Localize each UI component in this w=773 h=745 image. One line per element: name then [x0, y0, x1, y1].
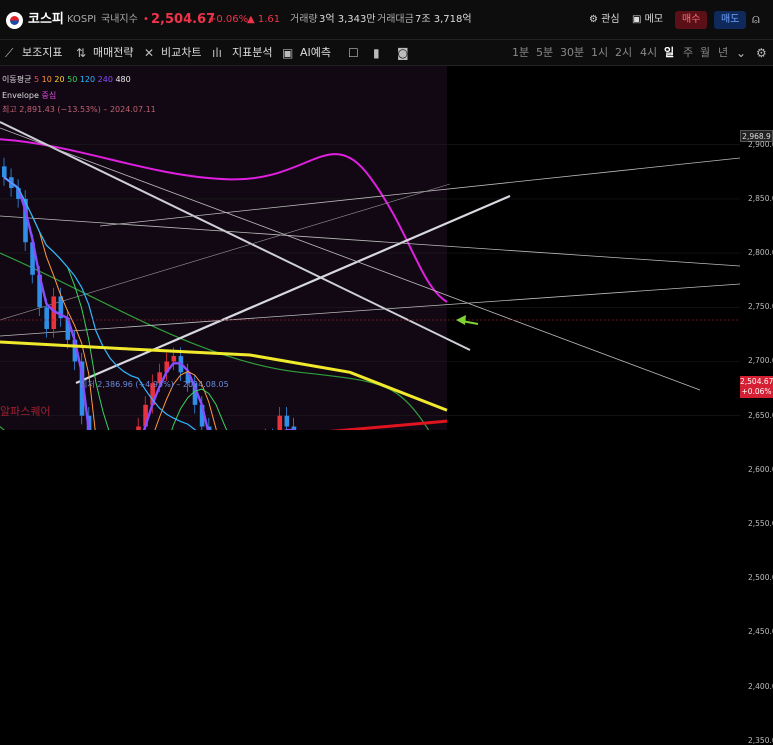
tf-month[interactable]: 월: [700, 40, 710, 66]
annotation-arrow-head: [456, 315, 466, 325]
chart-shaded-region: [0, 66, 447, 430]
index-name: 코스피: [28, 12, 64, 27]
ma-legend-label: 이동평균: [2, 75, 32, 84]
ma-period-10[interactable]: 10: [42, 75, 55, 84]
candle-body: [44, 307, 49, 329]
price-axis-label: 2,350.00: [748, 735, 773, 745]
price-axis-label: 2,700.00: [748, 356, 773, 366]
watchlist-label: 관심: [601, 14, 620, 25]
tf-day[interactable]: 일: [664, 40, 674, 66]
tf-1min[interactable]: 1분: [512, 40, 529, 66]
indicator-icon: ⟋: [5, 46, 14, 60]
badge-pct: +0.06%: [741, 387, 772, 396]
amount-value: 7조 3,718억: [415, 14, 472, 25]
chart-canvas[interactable]: [0, 66, 773, 430]
tf-4h[interactable]: 4시: [640, 40, 657, 66]
market-label: 국내지수: [101, 14, 138, 25]
ma-period-20[interactable]: 20: [54, 75, 67, 84]
sell-button[interactable]: 매도: [714, 11, 747, 29]
price-axis-label: 2,900.00: [748, 139, 773, 149]
price-axis-label: 2,400.00: [748, 681, 773, 691]
top-bar: 코스피 KOSPI 국내지수 • 2,504.67 +0.06% ▲ 1.61 …: [0, 0, 773, 40]
current-price: 2,504.67: [151, 12, 216, 27]
candle-body: [277, 415, 283, 430]
index-code: KOSPI: [67, 14, 97, 25]
candle-body: [171, 356, 177, 362]
change-percent: +0.06%: [208, 14, 249, 25]
tf-30min[interactable]: 30분: [560, 40, 584, 66]
amount-label: 거래대금: [377, 14, 414, 25]
price-axis-label: 2,550.00: [748, 519, 773, 529]
chart-area[interactable]: 이동평균 5 10 20 50 120 240 480 Envelope 중심 …: [0, 66, 773, 745]
price-axis-label: 2,850.00: [748, 193, 773, 203]
toolbar-ai-predict[interactable]: AI예측: [300, 40, 331, 66]
candle-body: [284, 415, 290, 427]
memo-button[interactable]: ▣ 메모: [632, 0, 663, 40]
price-axis-label: 2,650.00: [748, 410, 773, 420]
live-dot-icon: •: [143, 14, 149, 25]
price-axis-label: 2,450.00: [748, 627, 773, 637]
ma-period-50[interactable]: 50: [67, 75, 80, 84]
bell-icon[interactable]: ⍝: [752, 0, 760, 40]
volume-value: 3억 3,343만: [319, 14, 376, 25]
current-price-badge: 2,504.67 +0.06%: [740, 376, 773, 398]
chevron-down-icon[interactable]: ⌄: [736, 40, 746, 66]
high-note: 최고 2,891.43 (−13.53%) – 2024.07.11: [2, 105, 156, 114]
toolbar-indicators[interactable]: 보조지표: [22, 40, 62, 66]
watchlist-button[interactable]: ⚙ 관심: [589, 0, 620, 40]
watermark-logo: 알파스퀘어: [0, 405, 51, 418]
candle-body: [2, 166, 7, 178]
envelope-value: 중심: [41, 91, 57, 100]
tf-year[interactable]: 년: [718, 40, 728, 66]
analysis-icon: ılı: [212, 46, 223, 60]
buy-button[interactable]: 매수: [675, 11, 708, 29]
tf-1h[interactable]: 1시: [591, 40, 608, 66]
toolbar-compare[interactable]: 비교차트: [161, 40, 201, 66]
compare-icon: ✕: [144, 46, 155, 60]
price-axis-label: 2,750.00: [748, 302, 773, 312]
ma-period-480[interactable]: 480: [115, 75, 130, 84]
memo-icon: ▣: [632, 14, 642, 25]
camera-icon[interactable]: ◙: [397, 40, 409, 66]
envelope-legend[interactable]: Envelope 중심: [2, 90, 56, 101]
candle-tool-icon[interactable]: ▮: [373, 40, 380, 66]
ma-period-120[interactable]: 120: [80, 75, 98, 84]
ma-period-240[interactable]: 240: [98, 75, 116, 84]
change-amount: ▲ 1.61: [247, 14, 281, 25]
low-note: 최저 2,386.96 (+4.93%) – 2024.08.05: [80, 380, 229, 389]
strategy-icon: ⇅: [76, 46, 87, 60]
price-axis-label: 2,500.00: [748, 573, 773, 583]
square-tool-icon[interactable]: ☐: [348, 40, 359, 66]
price-axis-label: 2,800.00: [748, 248, 773, 258]
candle-body: [136, 426, 141, 430]
ma-legend[interactable]: 이동평균 5 10 20 50 120 240 480: [2, 74, 131, 85]
chart-toolbar: ⟋ 보조지표 ⇅ 매매전략 ✕ 비교차트 ılı 지표분석 ▣ AI예측 ☐ ▮…: [0, 40, 773, 66]
price-axis-label: 2,600.00: [748, 464, 773, 474]
korea-flag-icon: [6, 12, 23, 29]
tf-5min[interactable]: 5분: [536, 40, 553, 66]
settings-gear-icon[interactable]: ⚙: [756, 40, 767, 66]
toolbar-analysis[interactable]: 지표분석: [232, 40, 272, 66]
tf-week[interactable]: 주: [683, 40, 693, 66]
ai-icon: ▣: [282, 46, 294, 60]
tf-2h[interactable]: 2시: [615, 40, 632, 66]
memo-label: 메모: [644, 14, 664, 25]
toolbar-strategy[interactable]: 매매전략: [93, 40, 133, 66]
gear-icon: ⚙: [589, 14, 598, 25]
volume-label: 거래량: [290, 14, 318, 25]
ma-period-5[interactable]: 5: [34, 75, 42, 84]
envelope-label: Envelope: [2, 91, 39, 100]
badge-price: 2,504.67: [740, 377, 773, 386]
